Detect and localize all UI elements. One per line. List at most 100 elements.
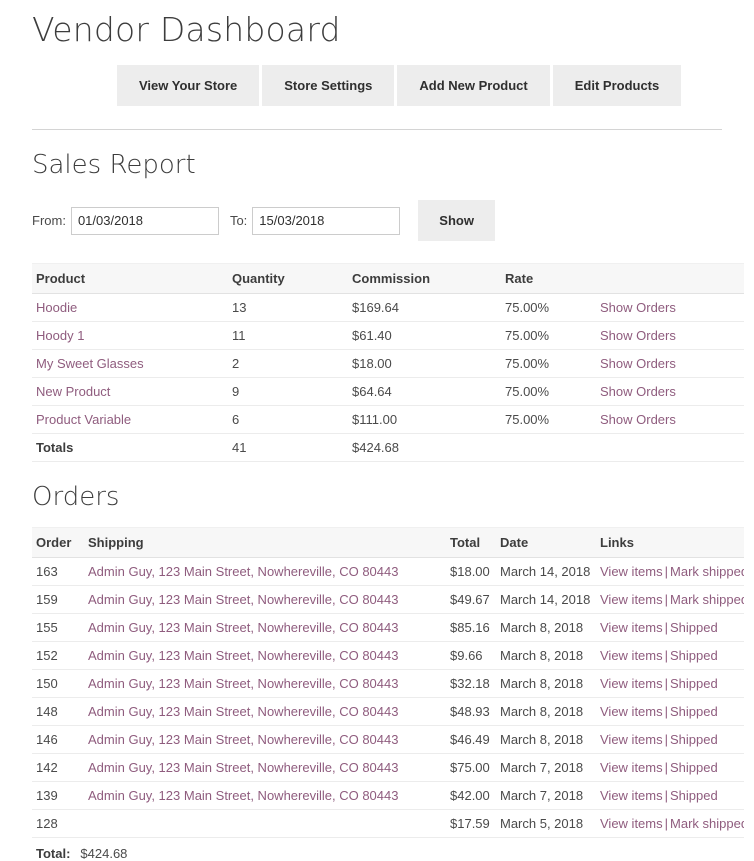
orders-shipping-link[interactable]: Admin Guy, 123 Main Street, Nowhereville…	[88, 760, 398, 775]
vendor-dashboard-page: Vendor Dashboard View Your Store Store Se…	[0, 8, 754, 861]
sales-cell-show-orders[interactable]: Show Orders	[600, 293, 744, 322]
orders-shipping-link[interactable]: Admin Guy, 123 Main Street, Nowhereville…	[88, 676, 398, 691]
orders-cell-order-id: 150	[32, 669, 88, 698]
view-your-store-button[interactable]: View Your Store	[117, 65, 260, 106]
orders-cell-shipping[interactable]: Admin Guy, 123 Main Street, Nowhereville…	[88, 669, 450, 698]
orders-cell-shipping[interactable]: Admin Guy, 123 Main Street, Nowhereville…	[88, 725, 450, 754]
orders-shipping-link[interactable]: Admin Guy, 123 Main Street, Nowhereville…	[88, 648, 398, 663]
page-title: Vendor Dashboard	[32, 10, 341, 49]
sales-cell-show-orders-link[interactable]: Show Orders	[600, 412, 676, 427]
orders-shipping-link[interactable]: Admin Guy, 123 Main Street, Nowhereville…	[88, 592, 398, 607]
edit-products-button[interactable]: Edit Products	[552, 65, 682, 106]
orders-cell-shipping	[88, 809, 450, 838]
sales-cell-show-orders[interactable]: Show Orders	[600, 405, 744, 434]
orders-cell-total: $49.67	[450, 585, 500, 614]
shipping-status-link[interactable]: Shipped	[670, 732, 718, 747]
orders-shipping-link[interactable]: Admin Guy, 123 Main Street, Nowhereville…	[88, 704, 398, 719]
sales-report-table: Product Quantity Commission Rate Hoodie 1…	[32, 263, 744, 462]
shipping-status-link[interactable]: Mark shipped	[670, 816, 744, 831]
orders-cell-links: View items | Shipped	[600, 669, 744, 698]
sales-cell-quantity: 11	[232, 321, 352, 350]
orders-cell-shipping[interactable]: Admin Guy, 123 Main Street, Nowhereville…	[88, 585, 450, 614]
sales-cell-rate: 75.00%	[505, 377, 600, 406]
sales-cell-show-orders-link[interactable]: Show Orders	[600, 384, 676, 399]
sales-total-quantity: 41	[232, 433, 352, 462]
orders-table: Order Shipping Total Date Links 163 Admin…	[32, 527, 744, 838]
date-from-input[interactable]	[70, 206, 219, 235]
shipping-status-link[interactable]: Shipped	[670, 648, 718, 663]
orders-col-total: Total	[450, 527, 500, 558]
sales-cell-product[interactable]: Product Variable	[32, 405, 232, 434]
orders-shipping-link[interactable]: Admin Guy, 123 Main Street, Nowhereville…	[88, 732, 398, 747]
sales-cell-show-orders-link[interactable]: Show Orders	[600, 300, 676, 315]
orders-cell-shipping[interactable]: Admin Guy, 123 Main Street, Nowhereville…	[88, 697, 450, 726]
orders-cell-total: $32.18	[450, 669, 500, 698]
view-items-link[interactable]: View items	[600, 732, 663, 747]
date-to-input[interactable]	[252, 206, 401, 235]
sales-total-action	[600, 433, 744, 462]
orders-cell-order-id: 152	[32, 641, 88, 670]
sales-cell-product-link[interactable]: My Sweet Glasses	[36, 356, 144, 371]
sales-col-commission: Commission	[352, 263, 505, 294]
orders-cell-shipping[interactable]: Admin Guy, 123 Main Street, Nowhereville…	[88, 641, 450, 670]
shipping-status-link[interactable]: Shipped	[670, 620, 718, 635]
view-items-link[interactable]: View items	[600, 676, 663, 691]
orders-cell-date: March 7, 2018	[500, 753, 600, 782]
orders-cell-shipping[interactable]: Admin Guy, 123 Main Street, Nowhereville…	[88, 781, 450, 810]
sales-cell-quantity: 6	[232, 405, 352, 434]
sales-cell-product-link[interactable]: Hoodie	[36, 300, 77, 315]
sales-cell-product[interactable]: My Sweet Glasses	[32, 349, 232, 378]
sales-cell-product[interactable]: New Product	[32, 377, 232, 406]
sales-table-row: Product Variable 6 $111.00 75.00% Show Order…	[32, 405, 744, 434]
link-separator: |	[664, 564, 669, 579]
orders-table-head: Order Shipping Total Date Links	[32, 527, 744, 558]
sales-cell-show-orders-link[interactable]: Show Orders	[600, 328, 676, 343]
dashboard-nav-buttons: View Your Store Store Settings Add New Pro…	[32, 65, 722, 106]
sales-cell-product-link[interactable]: New Product	[36, 384, 110, 399]
orders-table-row: 128 $17.59 March 5, 2018 View items | Mark sh…	[32, 809, 744, 838]
view-items-link[interactable]: View items	[600, 816, 663, 831]
sales-cell-show-orders[interactable]: Show Orders	[600, 349, 744, 378]
orders-shipping-link[interactable]: Admin Guy, 123 Main Street, Nowhereville…	[88, 788, 398, 803]
show-report-button[interactable]: Show	[418, 200, 495, 241]
shipping-status-link[interactable]: Mark shipped	[670, 592, 744, 607]
shipping-status-link[interactable]: Mark shipped	[670, 564, 744, 579]
sales-cell-show-orders[interactable]: Show Orders	[600, 321, 744, 350]
store-settings-button[interactable]: Store Settings	[262, 65, 395, 106]
orders-shipping-link[interactable]: Admin Guy, 123 Main Street, Nowhereville…	[88, 564, 398, 579]
orders-cell-shipping[interactable]: Admin Guy, 123 Main Street, Nowhereville…	[88, 753, 450, 782]
sales-cell-product-link[interactable]: Product Variable	[36, 412, 131, 427]
sales-cell-product-link[interactable]: Hoody 1	[36, 328, 84, 343]
shipping-status-link[interactable]: Shipped	[670, 760, 718, 775]
to-label: To:	[229, 213, 248, 228]
view-items-link[interactable]: View items	[600, 760, 663, 775]
view-items-link[interactable]: View items	[600, 648, 663, 663]
orders-shipping-link[interactable]: Admin Guy, 123 Main Street, Nowhereville…	[88, 620, 398, 635]
sales-col-product: Product	[32, 263, 232, 294]
sales-table-row: My Sweet Glasses 2 $18.00 75.00% Show Orders	[32, 349, 744, 378]
sales-cell-rate: 75.00%	[505, 293, 600, 322]
sales-cell-product[interactable]: Hoodie	[32, 293, 232, 322]
orders-table-row: 148 Admin Guy, 123 Main Street, Nowherevi…	[32, 697, 744, 726]
orders-cell-total: $75.00	[450, 753, 500, 782]
shipping-status-link[interactable]: Shipped	[670, 788, 718, 803]
view-items-link[interactable]: View items	[600, 620, 663, 635]
orders-total-value: $424.68	[80, 846, 128, 861]
orders-cell-shipping[interactable]: Admin Guy, 123 Main Street, Nowhereville…	[88, 613, 450, 642]
orders-cell-order-id: 142	[32, 753, 88, 782]
shipping-status-link[interactable]: Shipped	[670, 704, 718, 719]
view-items-link[interactable]: View items	[600, 704, 663, 719]
add-new-product-button[interactable]: Add New Product	[397, 65, 550, 106]
orders-cell-shipping[interactable]: Admin Guy, 123 Main Street, Nowhereville…	[88, 557, 450, 586]
sales-total-rate	[505, 433, 600, 462]
view-items-link[interactable]: View items	[600, 592, 663, 607]
sales-cell-show-orders[interactable]: Show Orders	[600, 377, 744, 406]
sales-cell-show-orders-link[interactable]: Show Orders	[600, 356, 676, 371]
orders-table-row: 155 Admin Guy, 123 Main Street, Nowherevi…	[32, 613, 744, 642]
view-items-link[interactable]: View items	[600, 788, 663, 803]
orders-cell-links: View items | Mark shipped	[600, 809, 744, 838]
sales-col-actions	[600, 263, 744, 294]
shipping-status-link[interactable]: Shipped	[670, 676, 718, 691]
sales-cell-product[interactable]: Hoody 1	[32, 321, 232, 350]
view-items-link[interactable]: View items	[600, 564, 663, 579]
